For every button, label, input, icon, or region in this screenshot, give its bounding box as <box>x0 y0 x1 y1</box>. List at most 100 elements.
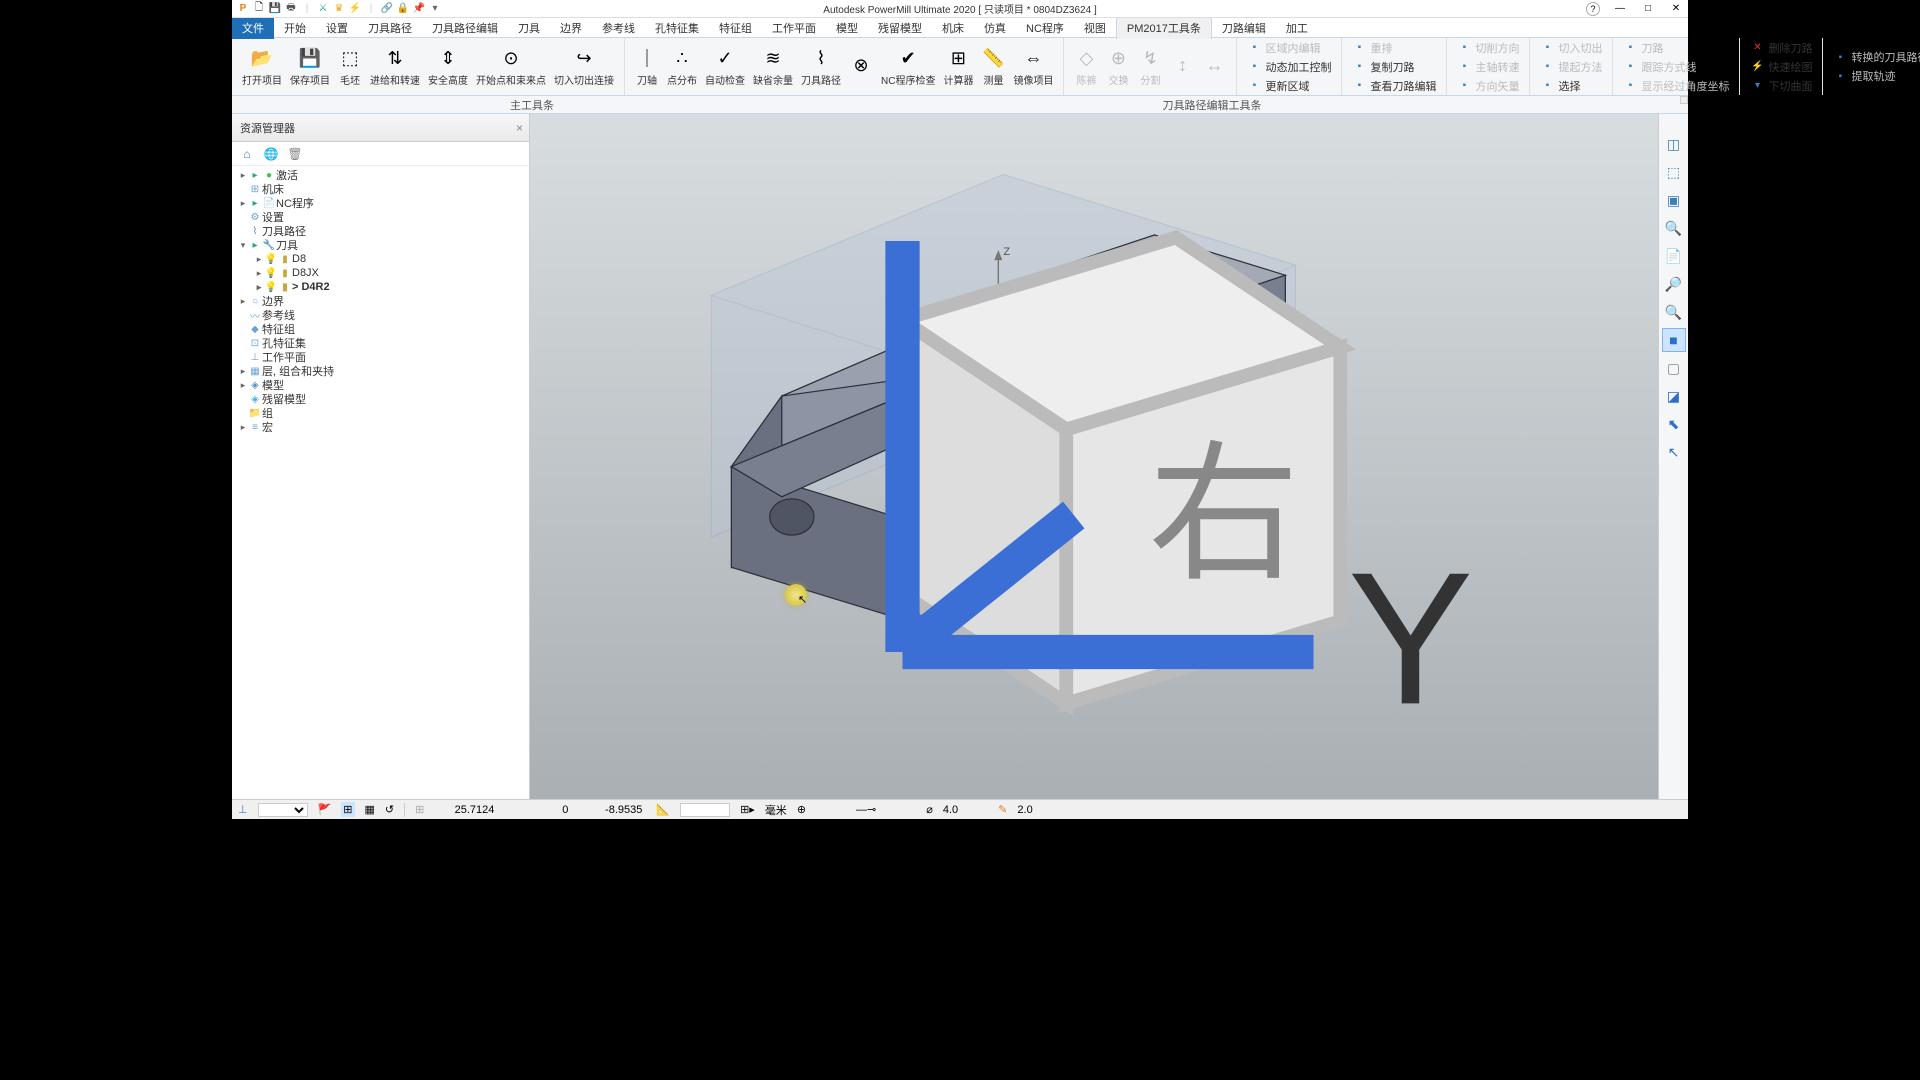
minimize-button[interactable]: — <box>1612 2 1628 16</box>
explorer-globe-icon[interactable]: 🌐 <box>262 145 280 163</box>
tab-refline[interactable]: 参考线 <box>592 17 645 39</box>
tab-stock[interactable]: 残留模型 <box>868 17 932 39</box>
tree-[interactable]: ▸▦层, 组合和夹持 <box>232 364 529 378</box>
ribbon-安全高度[interactable]: ⇕安全高度 <box>424 44 472 89</box>
tree-[interactable]: ⌇刀具路径 <box>232 224 529 238</box>
tab-pm2017[interactable]: PM2017工具条 <box>1116 16 1212 39</box>
tab-hole[interactable]: 孔特征集 <box>645 17 709 39</box>
ribbon-查看刀路编辑[interactable]: ▪查看刀路编辑 <box>1348 77 1440 95</box>
tree-D8JX[interactable]: ▸💡▮D8JX <box>232 266 529 280</box>
tree-[interactable]: ▸◈模型 <box>232 378 529 392</box>
ribbon-点分布[interactable]: ∴点分布 <box>663 44 701 89</box>
ribbon-动态加工控制[interactable]: ▪动态加工控制 <box>1243 58 1335 76</box>
ribbon-快速绘图[interactable]: ⚡快速绘图 <box>1746 58 1816 76</box>
sb-wire-icon[interactable]: ▦ <box>365 803 375 816</box>
ribbon-毛坯[interactable]: ⬚毛坯 <box>334 44 366 89</box>
tab-file[interactable]: 文件 <box>232 17 274 39</box>
sb-key-icon[interactable]: —⊸ <box>856 803 876 816</box>
ribbon-镜像项目[interactable]: ⇔镜像项目 <box>1009 44 1057 89</box>
sb-unit-icon[interactable]: ⊞▸ <box>740 803 755 816</box>
sb-scale-icon[interactable]: 📐 <box>656 803 670 816</box>
tree-[interactable]: 〰参考线 <box>232 308 529 322</box>
tree-D8[interactable]: ▸💡▮D8 <box>232 252 529 266</box>
ribbon-NC程序检查[interactable]: ✔NC程序检查 <box>877 44 939 89</box>
ribbon-打开项目[interactable]: 📂打开项目 <box>238 44 286 89</box>
ribbon-缺省余量[interactable]: ≋缺省余量 <box>749 44 797 89</box>
tab-toolpath-edit[interactable]: 刀具路径编辑 <box>422 17 508 39</box>
tree-[interactable]: ⊥工作平面 <box>232 350 529 364</box>
tree-[interactable]: ⊞机床 <box>232 182 529 196</box>
tab-machining[interactable]: 加工 <box>1276 17 1318 39</box>
titlebar: P 🗋 💾 🖶 | ⚔ ♛ ⚡ | 🔗 🔒 📌 ▾ Autodesk Power… <box>232 0 1688 18</box>
collapsed-panel[interactable] <box>1680 96 1688 104</box>
tree-D4R2[interactable]: ▸💡▮> D4R2 <box>232 280 529 294</box>
tab-toolpath[interactable]: 刀具路径 <box>358 17 422 39</box>
explorer-home-icon[interactable]: ⌂ <box>238 145 256 163</box>
tab-start[interactable]: 开始 <box>274 17 316 39</box>
tab-machine[interactable]: 机床 <box>932 17 974 39</box>
tree-[interactable]: ◈残留模型 <box>232 392 529 406</box>
ribbon-复制刀路[interactable]: ▪复制刀路 <box>1348 58 1440 76</box>
ribbon-进给和转速[interactable]: ⇅进给和转速 <box>366 44 424 89</box>
tab-boundary[interactable]: 边界 <box>550 17 592 39</box>
qat-pin-icon[interactable]: 📌 <box>412 2 426 16</box>
ribbon-删除刀路[interactable]: ✕删除刀路 <box>1746 39 1816 57</box>
ribbon-切入切出连接[interactable]: ↪切入切出连接 <box>550 44 618 89</box>
ribbon-刀具路径[interactable]: ⌇刀具路径 <box>797 44 845 89</box>
tree-[interactable]: ▸○边界 <box>232 294 529 308</box>
qat-new-icon[interactable]: 🗋 <box>252 2 266 16</box>
ribbon-测量[interactable]: 📏测量 <box>977 44 1009 89</box>
tree-[interactable]: ⊡孔特征集 <box>232 336 529 350</box>
explorer-delete-icon[interactable]: 🗑 <box>286 145 304 163</box>
tab-feature[interactable]: 特征组 <box>709 17 762 39</box>
ribbon-保存项目[interactable]: 💾保存项目 <box>286 44 334 89</box>
ribbon-自动检查[interactable]: ✓自动检查 <box>701 44 749 89</box>
ribbon-刀轴[interactable]: ｜刀轴 <box>631 44 663 89</box>
tree-[interactable]: ▸▸●激活 <box>232 168 529 182</box>
qat-crown-icon[interactable]: ♛ <box>332 2 346 16</box>
qat-lock-icon[interactable]: 🔒 <box>396 2 410 16</box>
ribbon-更新区域[interactable]: ▪更新区域 <box>1243 77 1335 95</box>
ribbon-计算器[interactable]: ⊞计算器 <box>939 44 977 89</box>
tree-[interactable]: ▾▸🔧刀具 <box>232 238 529 252</box>
tab-model[interactable]: 模型 <box>826 17 868 39</box>
tree-[interactable]: ▸≡宏 <box>232 420 529 434</box>
tab-ncprog[interactable]: NC程序 <box>1016 17 1074 39</box>
qat-print-icon[interactable]: 🖶 <box>284 2 298 16</box>
tab-settings[interactable]: 设置 <box>316 17 358 39</box>
status-bar: ⊥ 🚩 ⊞ ▦ ↺ ⊞ 25.7124 0 -8.9535 📐 ⊞▸ 毫米 ⊕ … <box>232 799 1688 819</box>
help-icon[interactable]: ? <box>1586 2 1600 16</box>
sb-target-icon[interactable]: ⊕ <box>797 803 806 816</box>
qat-save-icon[interactable]: 💾 <box>268 2 282 16</box>
tree-[interactable]: ◆特征组 <box>232 322 529 336</box>
explorer-tree[interactable]: ▸▸●激活⊞机床▸▸📄NC程序⚙设置⌇刀具路径▾▸🔧刀具▸💡▮D8▸💡▮D8JX… <box>232 166 529 799</box>
ribbon-group-col4: ▪切入切出▪提起方法▪选择 <box>1530 38 1613 95</box>
qat-link-icon[interactable]: 🔗 <box>380 2 394 16</box>
qat-bolt-icon[interactable]: ⚡ <box>348 2 362 16</box>
sb-grid-icon[interactable]: ⊞ <box>341 802 354 817</box>
tree-NC[interactable]: ▸▸📄NC程序 <box>232 196 529 210</box>
qat-dropdown-icon[interactable]: ▾ <box>428 2 442 16</box>
explorer-title-bar: 资源管理器 × <box>232 114 529 142</box>
sb-scale-input[interactable] <box>680 803 730 817</box>
tab-pathedit[interactable]: 刀路编辑 <box>1212 17 1276 39</box>
tab-workplane[interactable]: 工作平面 <box>762 17 826 39</box>
ribbon-下切曲面[interactable]: ▾下切曲面 <box>1746 77 1816 95</box>
ribbon-btn[interactable]: ⊗ <box>845 52 877 82</box>
tab-sim[interactable]: 仿真 <box>974 17 1016 39</box>
maximize-button[interactable]: □ <box>1640 2 1656 16</box>
sb-snap-icon[interactable]: ↺ <box>385 803 394 816</box>
tab-tool[interactable]: 刀具 <box>508 17 550 39</box>
sb-workplane-icon[interactable]: ⊥ <box>238 803 248 816</box>
3d-viewport[interactable]: Z Y <box>530 114 1658 799</box>
close-button[interactable]: ✕ <box>1668 2 1684 16</box>
tab-view[interactable]: 视图 <box>1074 17 1116 39</box>
qat-tool-icon[interactable]: ⚔ <box>316 2 330 16</box>
ribbon-开始点和束来点[interactable]: ⊙开始点和束来点 <box>472 44 550 89</box>
tree-[interactable]: 📁组 <box>232 406 529 420</box>
sb-flag-icon[interactable]: 🚩 <box>318 803 332 816</box>
ribbon-选择[interactable]: ▪选择 <box>1536 77 1606 95</box>
sb-grid2-icon[interactable]: ⊞ <box>415 803 424 816</box>
sb-workplane-select[interactable] <box>258 803 308 817</box>
tree-[interactable]: ⚙设置 <box>232 210 529 224</box>
